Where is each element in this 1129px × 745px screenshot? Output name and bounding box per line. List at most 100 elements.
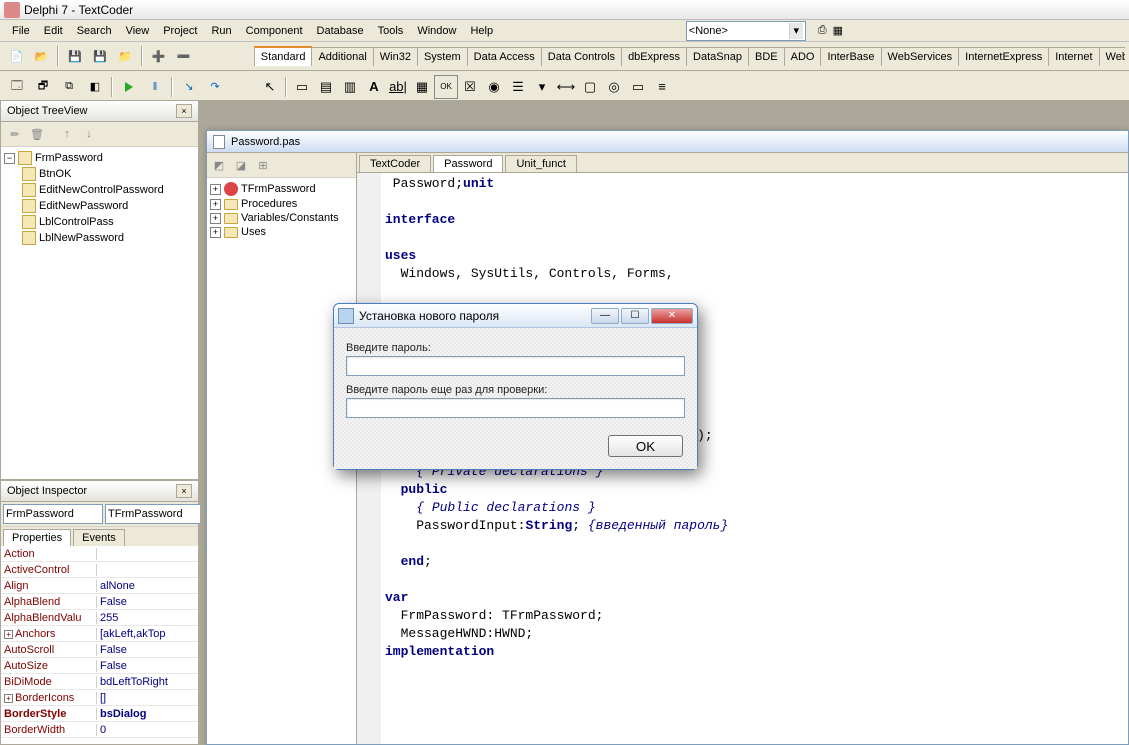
- groupbox-icon[interactable]: ▢: [578, 75, 602, 99]
- inspector-object-combo[interactable]: FrmPassword: [3, 504, 103, 524]
- expand-icon[interactable]: +: [210, 227, 221, 238]
- property-row[interactable]: AutoScrollFalse: [1, 642, 198, 658]
- new-button[interactable]: 📄: [5, 44, 28, 68]
- tree-node[interactable]: EditNewPassword: [4, 198, 195, 214]
- save-button[interactable]: 💾: [63, 44, 86, 68]
- menu-project[interactable]: Project: [157, 23, 203, 39]
- palette-tab[interactable]: Additional: [311, 47, 373, 66]
- editor-titlebar[interactable]: Password.pas: [207, 131, 1128, 153]
- struct-node[interactable]: +Uses: [210, 225, 353, 239]
- chevron-down-icon[interactable]: ▾: [789, 23, 803, 39]
- property-row[interactable]: AlignalNone: [1, 578, 198, 594]
- edit-icon[interactable]: ab|: [386, 75, 410, 99]
- toggle-button[interactable]: ⧉: [57, 75, 81, 99]
- property-row[interactable]: AlphaBlendFalse: [1, 594, 198, 610]
- expand-icon[interactable]: +: [210, 184, 221, 195]
- save-all-button[interactable]: 💾: [88, 44, 111, 68]
- property-row[interactable]: +Anchors[akLeft,akTop: [1, 626, 198, 642]
- palette-tab[interactable]: Internet: [1048, 47, 1099, 66]
- close-icon[interactable]: ×: [176, 104, 192, 118]
- tree-node[interactable]: BtnOK: [4, 166, 195, 182]
- treeview-btn[interactable]: 🗑: [27, 124, 47, 144]
- checkbox-icon[interactable]: ☒: [458, 75, 482, 99]
- toolbar-btn[interactable]: ▦: [833, 24, 843, 37]
- tree-node[interactable]: EditNewControlPassword: [4, 182, 195, 198]
- toolbar-btn[interactable]: ⎙: [818, 24, 827, 37]
- property-row[interactable]: BiDiModebdLeftToRight: [1, 674, 198, 690]
- open-project-button[interactable]: 📁: [114, 44, 137, 68]
- add-file-button[interactable]: ➕: [147, 44, 170, 68]
- menu-help[interactable]: Help: [464, 23, 499, 39]
- frames-icon[interactable]: ▭: [290, 75, 314, 99]
- treeview-btn[interactable]: ✏: [5, 124, 25, 144]
- collapse-icon[interactable]: −: [4, 153, 15, 164]
- actionlist-icon[interactable]: ≡: [650, 75, 674, 99]
- palette-tab[interactable]: InternetExpress: [958, 47, 1049, 66]
- menu-database[interactable]: Database: [311, 23, 370, 39]
- combobox-icon[interactable]: ▾: [530, 75, 554, 99]
- run-button[interactable]: [117, 75, 141, 99]
- palette-tab[interactable]: Data Access: [467, 47, 542, 66]
- palette-tab[interactable]: InterBase: [820, 47, 881, 66]
- tree-node[interactable]: LblNewPassword: [4, 230, 195, 246]
- tab-properties[interactable]: Properties: [3, 529, 71, 546]
- tab-events[interactable]: Events: [73, 529, 125, 546]
- password-input-2[interactable]: [346, 398, 685, 418]
- menu-edit[interactable]: Edit: [38, 23, 69, 39]
- close-button[interactable]: ✕: [651, 308, 693, 324]
- palette-tab[interactable]: Win32: [373, 47, 418, 66]
- expand-icon[interactable]: +: [210, 213, 221, 224]
- struct-node[interactable]: +TFrmPassword: [210, 181, 353, 197]
- palette-tab[interactable]: DataSnap: [686, 47, 749, 66]
- label-icon[interactable]: A: [362, 75, 386, 99]
- property-row[interactable]: BorderStylebsDialog: [1, 706, 198, 722]
- code-tab[interactable]: Unit_funct: [505, 155, 577, 172]
- down-arrow-icon[interactable]: ↓: [79, 124, 99, 144]
- radio-icon[interactable]: ◉: [482, 75, 506, 99]
- tree-node[interactable]: LblControlPass: [4, 214, 195, 230]
- close-icon[interactable]: ×: [176, 484, 192, 498]
- property-row[interactable]: ActiveControl: [1, 562, 198, 578]
- trace-into-button[interactable]: ↘: [177, 75, 201, 99]
- palette-tab[interactable]: Data Controls: [541, 47, 622, 66]
- dialog-titlebar[interactable]: Установка нового пароля — ☐ ✕: [334, 304, 697, 328]
- listbox-icon[interactable]: ☰: [506, 75, 530, 99]
- property-row[interactable]: BorderWidth0: [1, 722, 198, 738]
- view-form-button[interactable]: 🗗: [31, 75, 55, 99]
- struct-btn[interactable]: ⊞: [253, 155, 273, 175]
- menu-view[interactable]: View: [120, 23, 156, 39]
- menu-run[interactable]: Run: [205, 23, 237, 39]
- palette-tab[interactable]: dbExpress: [621, 47, 687, 66]
- maximize-button[interactable]: ☐: [621, 308, 649, 324]
- palette-tab[interactable]: BDE: [748, 47, 785, 66]
- object-tree[interactable]: − FrmPassword BtnOK EditNewControlPasswo…: [1, 147, 198, 479]
- struct-node[interactable]: +Procedures: [210, 197, 353, 211]
- scrollbar-icon[interactable]: ⟷: [554, 75, 578, 99]
- menu-search[interactable]: Search: [71, 23, 118, 39]
- struct-btn[interactable]: ◪: [231, 155, 251, 175]
- property-row[interactable]: AutoSizeFalse: [1, 658, 198, 674]
- expand-icon[interactable]: +: [210, 199, 221, 210]
- step-over-button[interactable]: ↷: [203, 75, 227, 99]
- code-tab[interactable]: TextCoder: [359, 155, 431, 172]
- button-icon[interactable]: OK: [434, 75, 458, 99]
- property-row[interactable]: Action: [1, 546, 198, 562]
- palette-tab[interactable]: WebSnap: [1099, 47, 1125, 66]
- open-button[interactable]: 📂: [30, 44, 53, 68]
- struct-btn[interactable]: ◩: [209, 155, 229, 175]
- menu-tools[interactable]: Tools: [372, 23, 410, 39]
- palette-tab-standard[interactable]: Standard: [254, 46, 313, 66]
- password-input-1[interactable]: [346, 356, 685, 376]
- ok-button[interactable]: OK: [608, 435, 683, 457]
- pointer-icon[interactable]: ↖: [258, 75, 282, 99]
- palette-tab[interactable]: WebServices: [881, 47, 960, 66]
- mainmenu-icon[interactable]: ▤: [314, 75, 338, 99]
- menu-file[interactable]: File: [6, 23, 36, 39]
- popupmenu-icon[interactable]: ▥: [338, 75, 362, 99]
- property-row[interactable]: +BorderIcons[]: [1, 690, 198, 706]
- remove-file-button[interactable]: ➖: [172, 44, 195, 68]
- radiogroup-icon[interactable]: ◎: [602, 75, 626, 99]
- menu-component[interactable]: Component: [240, 23, 309, 39]
- main-combo[interactable]: <None> ▾: [686, 21, 806, 41]
- palette-tab[interactable]: System: [417, 47, 468, 66]
